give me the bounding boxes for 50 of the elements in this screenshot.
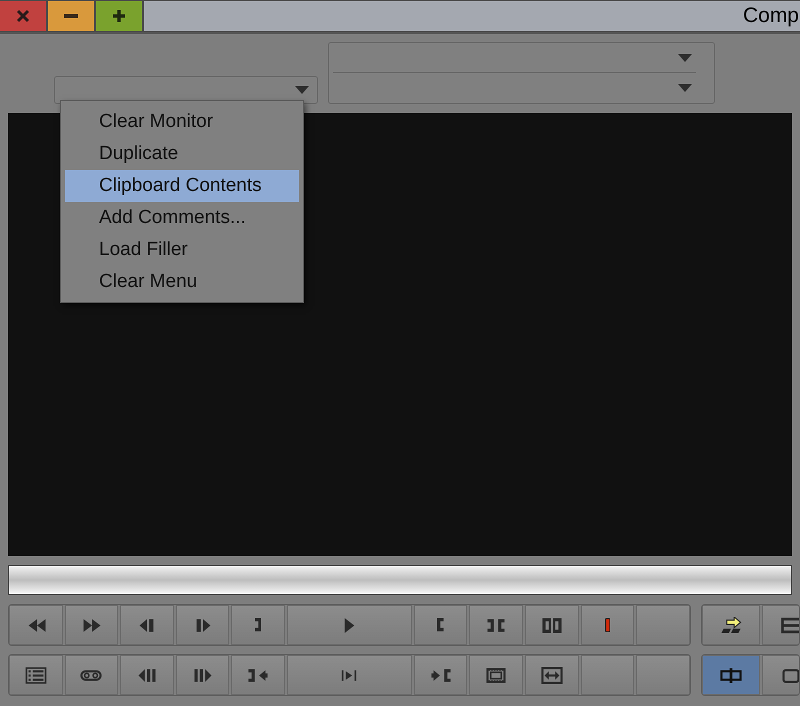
toolbar-button[interactable] [702,655,760,695]
brackets-icon [485,616,508,634]
close-icon [16,9,30,23]
toolbar-button[interactable] [414,605,468,645]
toolbar-button[interactable] [469,655,524,695]
window-title: Comp [742,3,800,30]
fit-arrows-icon [540,666,563,684]
toolbar-button[interactable] [64,605,118,645]
menu-item[interactable]: Duplicate [65,138,299,170]
minimize-button[interactable] [48,1,94,31]
menu-item[interactable]: Clear Monitor [65,106,299,138]
menu-item[interactable]: Add Comments... [65,202,299,234]
toolbar-button[interactable] [64,655,118,695]
record-mark-icon [604,618,610,632]
menu-item[interactable]: Clear Menu [65,266,299,298]
toolbar-button[interactable] [525,605,579,645]
bracket-arrow-icon [247,666,270,684]
timeline-bar[interactable] [8,565,792,595]
arrow-tracks-icon [720,616,742,634]
arrow-bracket-icon [430,666,452,684]
toolbar-button[interactable] [120,605,174,645]
toolbar-button[interactable] [414,655,468,695]
close-button[interactable] [0,1,46,31]
list-icon [24,666,47,684]
track-icon [780,666,799,684]
step-forward-icon [192,666,214,684]
minimize-icon [64,14,78,18]
toolbar-button[interactable] [176,605,230,645]
toolbar-button[interactable] [231,655,285,695]
toolbar-button[interactable] [231,605,285,645]
menu-item[interactable]: Load Filler [65,234,299,266]
brackets-icon [540,616,563,634]
caret-icon [678,84,692,92]
toolbar-button[interactable] [9,605,63,645]
caret-icon [295,86,309,94]
caret-icon [678,54,692,62]
toolbar-button[interactable] [176,655,230,695]
toolbar-button[interactable] [702,605,760,645]
split-monitor-icon [720,666,742,684]
maximize-button[interactable] [96,1,142,31]
toolbar-button[interactable] [469,605,524,645]
film-icon [485,666,508,684]
toolbar-button[interactable] [9,655,63,695]
toolbar-button[interactable] [120,655,174,695]
bracket-icon [437,618,444,632]
toolbar-button[interactable] [525,655,579,695]
track-icon [780,616,799,634]
menu-item[interactable]: Clipboard Contents [65,170,299,202]
bracket-icon [254,618,262,632]
plus-icon [112,9,126,23]
